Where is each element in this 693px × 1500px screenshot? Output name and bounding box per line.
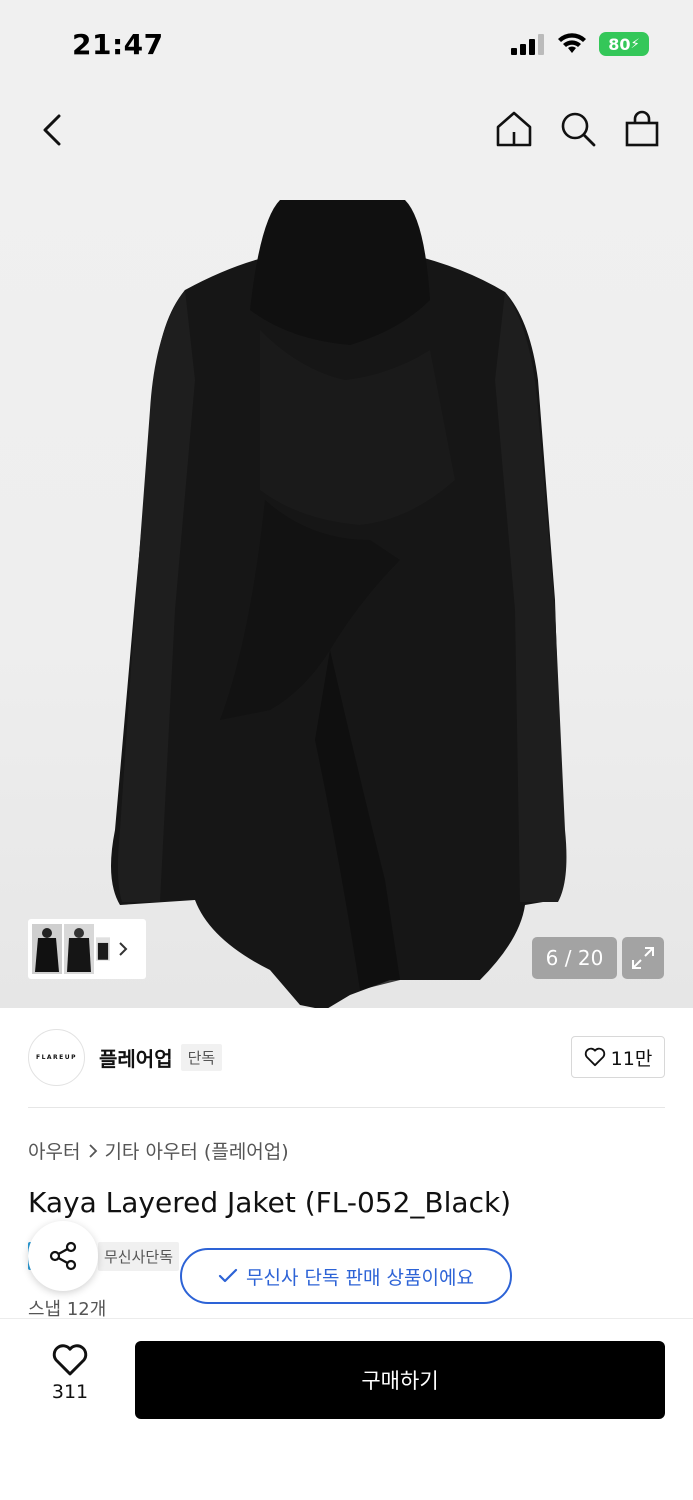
battery-indicator: 80 ⚡	[599, 32, 649, 56]
cart-button[interactable]	[621, 108, 663, 150]
thumbnail-1[interactable]	[32, 924, 62, 974]
expand-icon	[632, 947, 654, 969]
home-button[interactable]	[493, 108, 535, 150]
share-icon	[49, 1241, 77, 1271]
share-button[interactable]	[28, 1221, 98, 1291]
wifi-icon	[558, 33, 586, 53]
exclusive-badge: 단독	[180, 1043, 223, 1071]
chevron-left-icon	[43, 114, 61, 146]
search-button[interactable]	[557, 108, 599, 150]
status-time: 21:47	[72, 28, 164, 61]
brand-like-count: 11만	[610, 1047, 653, 1070]
heart-icon	[584, 1047, 605, 1067]
brand-like-button[interactable]: 11만	[571, 1036, 665, 1078]
signal-icon	[511, 34, 544, 55]
brand-name[interactable]: 플레어업	[99, 1043, 173, 1072]
battery-level: 80	[608, 34, 631, 54]
heart-icon	[52, 1344, 88, 1376]
snap-count[interactable]: 스냅 12개	[28, 1296, 106, 1318]
home-icon	[496, 111, 532, 147]
search-icon	[561, 112, 596, 147]
bottom-action-bar: 311 구매하기	[0, 1318, 693, 1500]
product-title: Kaya Layered Jaket (FL-052_Black)	[28, 1186, 512, 1219]
toast-message: 무신사 단독 판매 상품이에요	[246, 1266, 474, 1289]
page-counter: 6 / 20	[532, 937, 617, 979]
status-icons: 80 ⚡	[511, 32, 649, 56]
brand-row: FLAREUP 플레어업 단독 11만	[28, 1028, 665, 1086]
thumbnail-strip[interactable]	[28, 919, 146, 979]
thumbnail-3[interactable]	[96, 924, 110, 974]
breadcrumb: 아우터 기타 아우터 (플레어업)	[28, 1137, 289, 1164]
exclusive-toast: 무신사 단독 판매 상품이에요	[180, 1248, 512, 1304]
breadcrumb-category[interactable]: 아우터	[28, 1137, 80, 1164]
check-icon	[218, 1268, 238, 1283]
buy-button[interactable]: 구매하기	[135, 1341, 665, 1419]
brand-logo[interactable]: FLAREUP	[28, 1028, 85, 1086]
product-gallery[interactable]: 6 / 20	[0, 90, 693, 1008]
expand-button[interactable]	[622, 937, 664, 979]
chevron-right-icon	[119, 942, 128, 956]
status-bar: 21:47 80 ⚡	[0, 0, 693, 90]
divider	[28, 1107, 665, 1108]
chevron-right-icon	[89, 1143, 98, 1158]
exclusive-tag: 무신사단독	[98, 1241, 180, 1271]
breadcrumb-subcategory[interactable]: 기타 아우터 (플레어업)	[104, 1137, 288, 1164]
shopping-bag-icon	[625, 110, 659, 147]
thumbnail-2[interactable]	[64, 924, 94, 974]
product-image	[111, 200, 567, 1008]
top-nav-actions	[493, 108, 663, 150]
wishlist-count: 311	[51, 1381, 89, 1403]
back-button[interactable]	[32, 110, 72, 150]
charging-icon: ⚡	[630, 36, 640, 52]
brand-logo-text: FLAREUP	[35, 1053, 78, 1061]
wishlist-button[interactable]: 311	[40, 1343, 100, 1403]
